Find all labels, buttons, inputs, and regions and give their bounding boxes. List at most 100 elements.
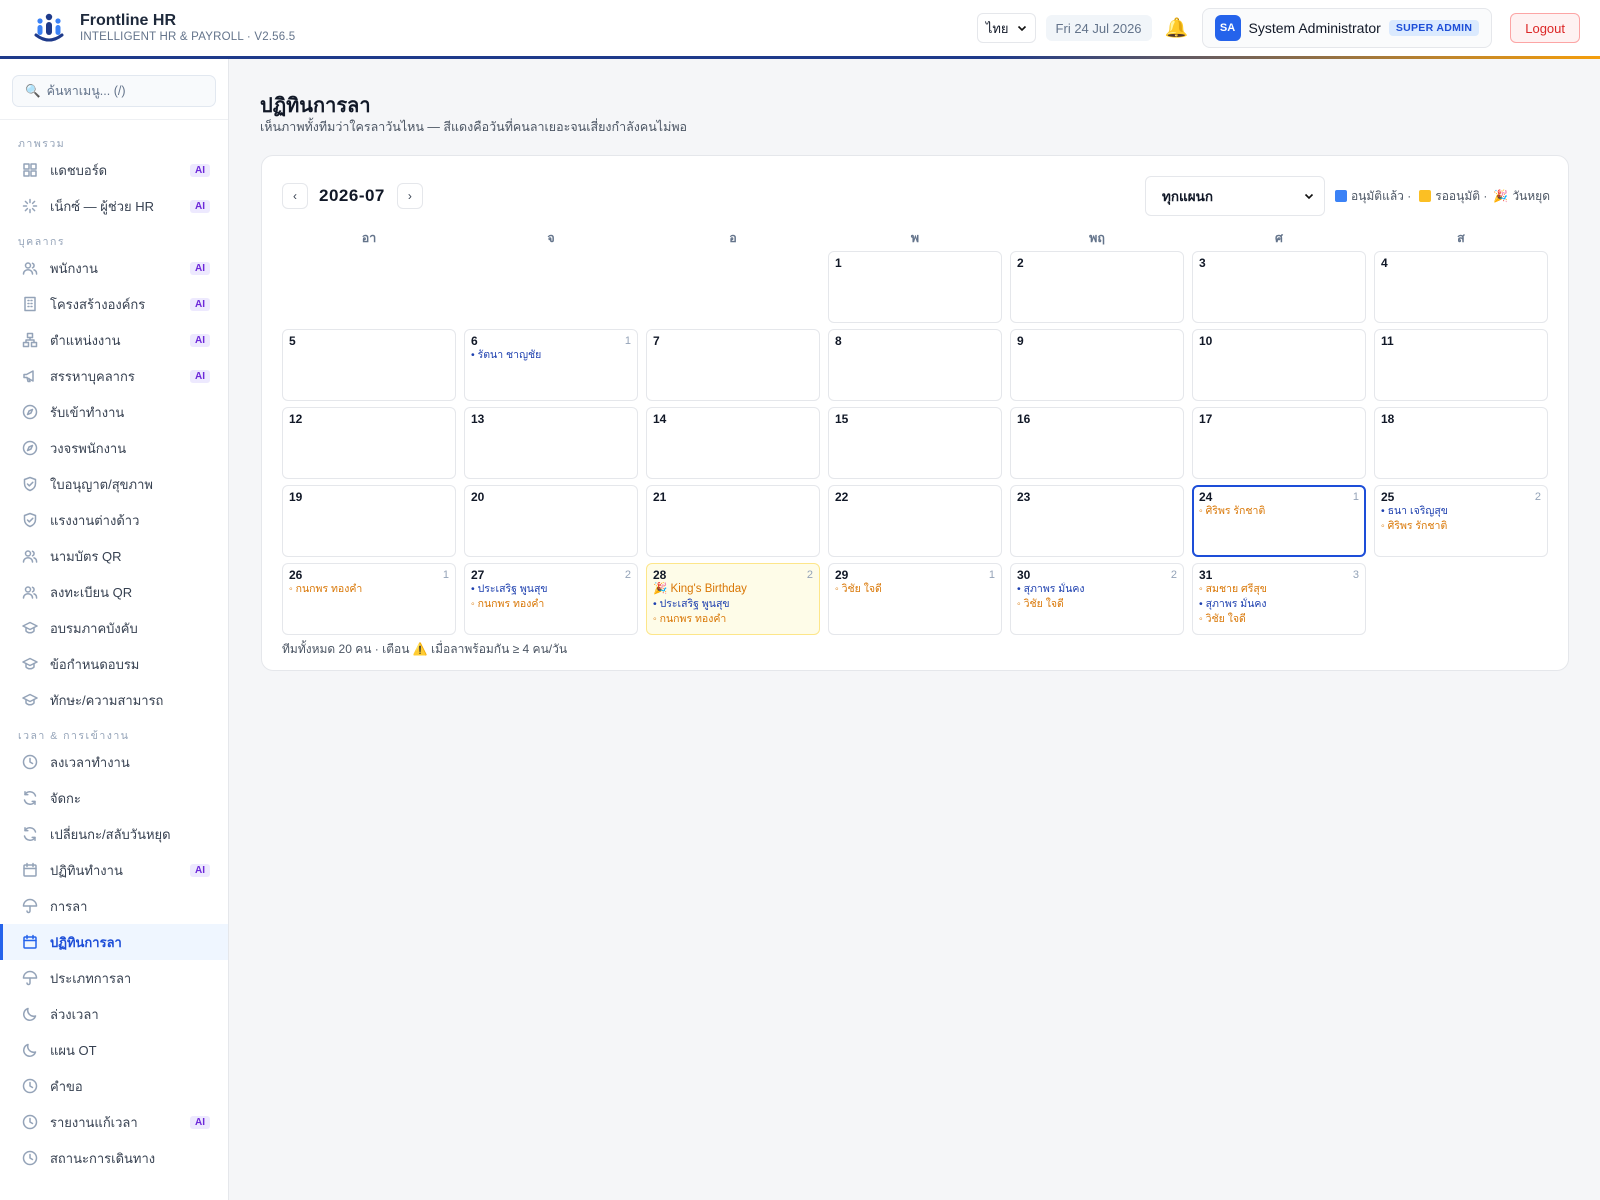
calendar-day-cell[interactable]: 5 [282, 329, 456, 401]
calendar-day-cell[interactable]: 26 1 ◦ กนกพร ทองคำ [282, 563, 456, 635]
day-number: 24 [1199, 490, 1213, 504]
sidebar-item[interactable]: ใบอนุญาต/สุขภาพ [0, 466, 228, 502]
user-menu[interactable]: SA System Administrator SUPER ADMIN [1201, 8, 1493, 48]
calendar-day-cell[interactable]: 31 3 ◦ สมชาย ศรีสุข • สุภาพร มั่นคง ◦ วิชัย … [1192, 563, 1366, 635]
calendar-day-cell[interactable]: 19 [282, 485, 456, 557]
leave-entry[interactable]: ◦ กนกพร ทองคำ [653, 612, 813, 627]
leave-entry[interactable]: ◦ วิชัย ใจดี [1017, 597, 1177, 612]
ai-badge: AI [190, 163, 210, 177]
day-number: 18 [1381, 412, 1395, 426]
calendar-day-cell[interactable]: 7 [646, 329, 820, 401]
sidebar-item[interactable]: เปลี่ยนกะ/สลับวันหยุด [0, 816, 228, 852]
leave-entry[interactable]: ◦ ศิริพร รักชาติ [1381, 519, 1541, 534]
sidebar-item[interactable]: ลงเวลาทำงาน [0, 744, 228, 780]
calendar-day-cell[interactable]: 3 [1192, 251, 1366, 323]
calendar-day-cell[interactable]: 22 [828, 485, 1002, 557]
logout-button[interactable]: Logout [1510, 13, 1580, 43]
calendar-day-cell[interactable]: 27 2 • ประเสริฐ พูนสุข ◦ กนกพร ทองคำ [464, 563, 638, 635]
sidebar-item[interactable]: แรงงานต่างด้าว [0, 502, 228, 538]
ai-badge: AI [190, 333, 210, 347]
leave-entry[interactable]: • ประเสริฐ พูนสุข [471, 582, 631, 597]
leave-entry[interactable]: ◦ วิชัย ใจดี [835, 582, 995, 597]
sidebar-item[interactable]: เน็กซ์ — ผู้ช่วย HR AI [0, 188, 228, 224]
leave-entry[interactable]: ◦ สมชาย ศรีสุข [1199, 582, 1359, 597]
calendar-day-cell[interactable]: 12 [282, 407, 456, 479]
sidebar-item-label: โครงสร้างองค์กร [50, 296, 146, 312]
sidebar-item[interactable]: แดชบอร์ด AI [0, 152, 228, 188]
leave-entry[interactable]: • สุภาพร มั่นคง [1017, 582, 1177, 597]
leave-entry[interactable]: • รัตนา ชาญชัย [471, 348, 631, 363]
sidebar-item[interactable]: ตำแหน่งงาน AI [0, 322, 228, 358]
day-number: 25 [1381, 490, 1395, 504]
leave-entry[interactable]: • ธนา เจริญสุข [1381, 504, 1541, 519]
sidebar-item[interactable]: จัดกะ [0, 780, 228, 816]
sidebar-item[interactable]: รับเข้าทำงาน [0, 394, 228, 430]
calendar-day-cell[interactable]: 8 [828, 329, 1002, 401]
calendar-day-cell[interactable]: 24 1 ◦ ศิริพร รักชาติ [1192, 485, 1366, 557]
calendar-day-cell[interactable]: 17 [1192, 407, 1366, 479]
approved-swatch [1334, 190, 1347, 202]
calendar-day-cell[interactable]: 10 [1192, 329, 1366, 401]
calendar-day-cell[interactable]: 28 2 🎉 King's Birthday • ประเสริฐ พูนสุข ◦ ก… [646, 563, 820, 635]
calendar-day-cell[interactable]: 1 [828, 251, 1002, 323]
sidebar-item[interactable]: ข้อกำหนดอบรม [0, 646, 228, 682]
leave-entry[interactable]: ◦ กนกพร ทองคำ [289, 582, 449, 597]
calendar-day-cell[interactable]: 29 1 ◦ วิชัย ใจดี [828, 563, 1002, 635]
department-filter-select[interactable]: ทุกแผนก [1144, 176, 1325, 216]
sidebar-item[interactable]: คำขอ [0, 1068, 228, 1104]
calendar-day-cell[interactable]: 16 [1010, 407, 1184, 479]
prev-month-button[interactable]: ‹ [282, 183, 308, 209]
sidebar-item[interactable]: อบรมภาคบังคับ [0, 610, 228, 646]
leave-entry[interactable]: ◦ ศิริพร รักชาติ [1199, 504, 1359, 519]
calendar-day-cell[interactable]: 30 2 • สุภาพร มั่นคง ◦ วิชัย ใจดี [1010, 563, 1184, 635]
brand[interactable]: Frontline HR INTELLIGENT HR & PAYROLL · … [32, 11, 295, 45]
calendar-day-cell[interactable]: 14 [646, 407, 820, 479]
sidebar-item[interactable]: ปฏิทินการลา [0, 924, 228, 960]
menu-search-input[interactable]: 🔍 ค้นหาเมนู... (/) [12, 75, 216, 107]
notification-bell-icon[interactable]: 🔔 [1162, 16, 1192, 40]
leave-entry[interactable]: • สุภาพร มั่นคง [1199, 597, 1359, 612]
calendar-day-cell[interactable]: 2 [1010, 251, 1184, 323]
language-select[interactable]: ไทย [976, 13, 1036, 43]
grid-icon [22, 162, 38, 178]
sidebar-item[interactable]: ปฏิทินทำงาน AI [0, 852, 228, 888]
sidebar-item[interactable]: สถานะการเดินทาง [0, 1140, 228, 1176]
day-number: 8 [835, 334, 842, 348]
page-subtitle: เห็นภาพทั้งทีมว่าใครลาวันไหน — สีแดงคือว… [260, 120, 688, 134]
pending-swatch [1419, 190, 1432, 202]
calendar-day-cell[interactable]: 4 [1374, 251, 1548, 323]
leave-entry[interactable]: ◦ วิชัย ใจดี [1199, 612, 1359, 627]
calendar-day-cell[interactable]: 23 [1010, 485, 1184, 557]
calendar-day-cell[interactable]: 15 [828, 407, 1002, 479]
calendar-footer-note: ทีมทั้งหมด 20 คน · เตือน ⚠️ เมื่อลาพร้อม… [282, 642, 568, 656]
calendar-icon [22, 934, 38, 950]
sidebar-item[interactable]: โครงสร้างองค์กร AI [0, 286, 228, 322]
sidebar-item[interactable]: สรรหาบุคลากร AI [0, 358, 228, 394]
ai-badge: AI [190, 261, 210, 275]
sidebar-item[interactable]: ลงทะเบียน QR [0, 574, 228, 610]
sidebar-item[interactable]: ล่วงเวลา [0, 996, 228, 1032]
next-month-button[interactable]: › [396, 183, 423, 209]
calendar-day-cell[interactable]: 21 [646, 485, 820, 557]
sidebar-item[interactable]: พนักงาน AI [0, 250, 228, 286]
calendar-day-cell[interactable]: 9 [1010, 329, 1184, 401]
sidebar-item[interactable]: การลา [0, 888, 228, 924]
calendar-day-cell[interactable]: 11 [1374, 329, 1548, 401]
sidebar-item[interactable]: ประเภทการลา [0, 960, 228, 996]
calendar-day-cell[interactable]: 20 [464, 485, 638, 557]
sidebar-item[interactable]: ทักษะ/ความสามารถ [0, 682, 228, 718]
calendar-day-cell[interactable]: 13 [464, 407, 638, 479]
sidebar-item[interactable]: นามบัตร QR [0, 538, 228, 574]
calendar-day-cell[interactable]: 6 1 • รัตนา ชาญชัย [464, 329, 638, 401]
calendar-day-cell[interactable]: 18 [1374, 407, 1548, 479]
sidebar-item-label: สรรหาบุคลากร [50, 368, 135, 384]
legend-holiday: วันหยุด [1512, 188, 1550, 203]
sidebar-item[interactable]: วงจรพนักงาน [0, 430, 228, 466]
sidebar-item[interactable]: แผน OT [0, 1032, 228, 1068]
leave-entry[interactable]: • ประเสริฐ พูนสุข [653, 597, 813, 612]
sidebar-item[interactable]: รายงานแก้เวลา AI [0, 1104, 228, 1140]
leave-entry[interactable]: ◦ กนกพร ทองคำ [471, 597, 631, 612]
calendar-day-cell[interactable]: 25 2 • ธนา เจริญสุข ◦ ศิริพร รักชาติ [1374, 485, 1548, 557]
logo-icon [34, 13, 64, 42]
search-icon: 🔍 [25, 83, 41, 98]
